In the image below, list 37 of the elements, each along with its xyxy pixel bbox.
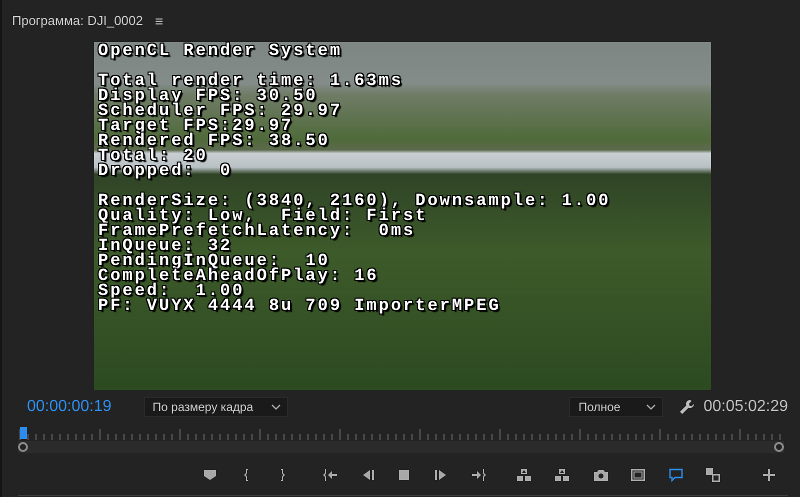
overlay-stat-line: RenderSize: (3840, 2160), Downsample: 1.00 [98, 194, 610, 209]
overlay-stat-line: Speed: 1.00 [98, 284, 244, 299]
overlay-stat-line: InQueue: 32 [98, 239, 232, 254]
overlay-stat-line: Total: 20 [98, 149, 208, 164]
overlay-stat-line: CompleteAheadOfPlay: 16 [98, 269, 379, 284]
zoom-dropdown[interactable]: По размеру кадра [144, 397, 288, 417]
speech-bubble-icon[interactable] [668, 467, 684, 483]
overlay-stat-line: Target FPS:29.97 [98, 119, 294, 134]
overlay-stat-line: Display FPS: 30.50 [98, 89, 318, 104]
overlay-title: OpenCL Render System [98, 44, 342, 59]
stop-icon[interactable] [396, 467, 412, 483]
caret-icon[interactable] [270, 404, 281, 410]
go-to-out-icon[interactable] [471, 467, 487, 483]
quality-dropdown[interactable]: Полное [569, 397, 664, 417]
lift-icon[interactable] [516, 467, 532, 483]
overlay-stat-line: Scheduler FPS: 29.97 [98, 104, 342, 119]
panel-menu-icon[interactable]: ≡ [154, 10, 164, 32]
zoom-handle[interactable] [774, 442, 784, 452]
caret-icon[interactable] [646, 404, 656, 410]
duration-timecode: 00:05:02:29 [703, 397, 788, 417]
current-timecode[interactable]: 00:00:00:19 [27, 395, 112, 419]
go-to-in-icon[interactable] [322, 467, 338, 483]
overlay-stat-line: Rendered FPS: 38.50 [98, 134, 330, 149]
overlay-stat-line: FramePrefetchLatency: 0ms [98, 224, 416, 239]
overlay-stat-line: Dropped: 0 [98, 164, 232, 179]
zoom-scrollbar[interactable] [18, 441, 784, 453]
overlay-stat-line: Total render time: 1.63ms [98, 74, 404, 89]
marker-icon[interactable] [202, 467, 218, 483]
extract-icon[interactable] [554, 467, 570, 483]
overlay-stat-line: PF: VUYX 4444 8u 709 ImporterMPEG [98, 299, 501, 314]
settings-icon[interactable] [679, 399, 696, 415]
panel-title: Программа: DJI_0002 [12, 12, 143, 30]
safe-margins-icon[interactable] [630, 467, 646, 483]
zoom-handle[interactable] [18, 442, 28, 452]
compare-icon[interactable] [705, 467, 721, 483]
add-icon[interactable] [761, 467, 777, 483]
camera-icon[interactable] [593, 467, 609, 483]
